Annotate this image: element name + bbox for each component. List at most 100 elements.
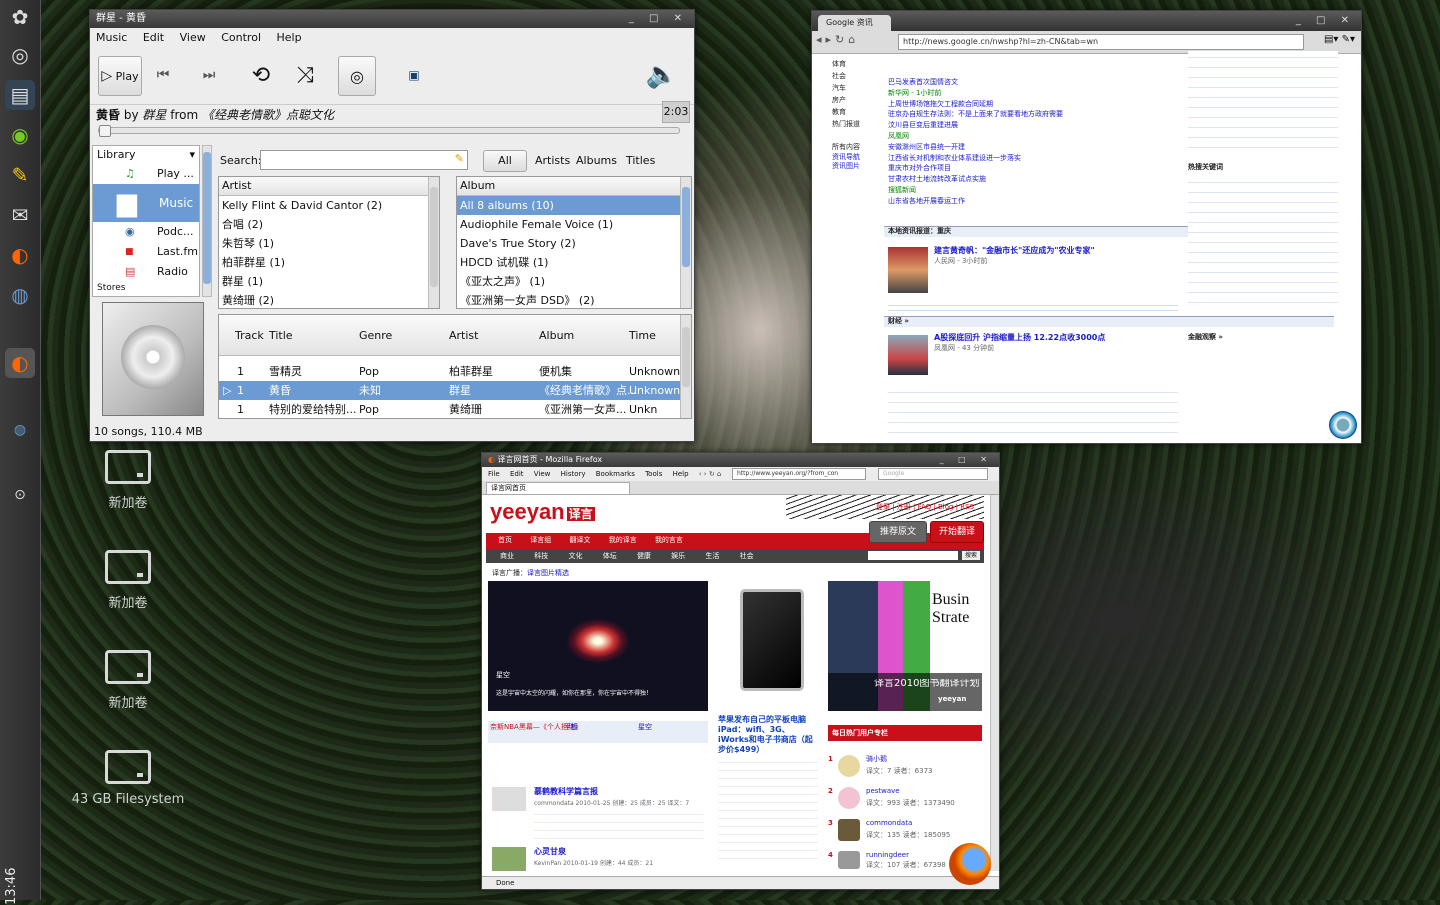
sidebar-item-podcasts[interactable]: ◉ Podc... <box>93 222 199 242</box>
chrome-tab[interactable]: Google 资讯 <box>818 15 891 31</box>
group-title-2[interactable]: 心灵甘泉 <box>534 847 566 857</box>
list-item[interactable]: 《亚洲第一女声 DSD》 (2) <box>457 291 691 308</box>
address-bar[interactable]: http://news.google.cn/nwshp?hl=zh-CN&tab… <box>898 34 1304 50</box>
news-photo-1[interactable] <box>888 247 928 293</box>
mail-icon[interactable]: ✉ <box>5 200 35 230</box>
hero-image[interactable]: 星空 这是宇宙中太空的闪耀，如你在那里，你在宇宙中不得独！ <box>488 581 708 711</box>
menu-music[interactable]: Music <box>96 31 127 44</box>
list-item[interactable]: Dave's True Story (2) <box>457 234 691 253</box>
filter-artists-button[interactable]: Artists <box>535 154 570 167</box>
sidebar-item-radio[interactable]: ▤ Radio <box>93 262 199 282</box>
nvidia-icon[interactable]: ◉ <box>5 120 35 150</box>
list-item[interactable]: 合唱 (2) <box>219 215 439 234</box>
toggle-browser-button[interactable]: ▣ <box>402 56 426 94</box>
scroll-thumb[interactable] <box>682 187 690 267</box>
track-scrollbar[interactable] <box>680 315 691 418</box>
site-search-input[interactable] <box>868 551 958 560</box>
sidebar-item-music[interactable]: ▆ Music <box>93 184 199 222</box>
menu-control[interactable]: Control <box>221 31 261 44</box>
firefox-scrollbar[interactable] <box>990 495 999 871</box>
firefox-small-icon[interactable]: ◐ <box>5 348 35 378</box>
desktop-drive-3[interactable]: 新加卷 <box>68 650 188 711</box>
table-row[interactable]: 1 特别的爱给特别... Pop 黄绮珊 《亚洲第一女声... Unkn <box>219 400 691 418</box>
artist-header[interactable]: Artist <box>219 177 439 196</box>
address-bar[interactable]: http://www.yeeyan.org/?from_con <box>732 468 866 480</box>
col-artist[interactable]: Artist <box>449 329 478 342</box>
edit-icon[interactable]: ✎ <box>5 160 35 190</box>
list-item[interactable]: 1 骑小鹅 译文：7 读者：6373 <box>828 753 982 781</box>
window-controls[interactable]: _ □ ✕ <box>629 10 688 28</box>
site-search-button[interactable]: 搜索 <box>962 551 981 560</box>
menu-file[interactable]: File <box>488 470 500 478</box>
sidebar-item-stores[interactable]: Stores <box>93 282 199 294</box>
story-headline-2[interactable]: A股探底回升 沪指缩量上扬 12.22点收3000点 <box>934 333 1105 343</box>
menu-history[interactable]: History <box>561 470 586 478</box>
menu-view[interactable]: View <box>534 470 551 478</box>
nav-buttons[interactable]: ◂▸↻⌂ <box>816 33 859 46</box>
list-item[interactable]: 朱哲琴 (1) <box>219 234 439 253</box>
list-item[interactable]: Audiophile Female Voice (1) <box>457 215 691 234</box>
list-item[interactable]: 《亚太之声》 (1) <box>457 272 691 291</box>
list-item[interactable]: All 8 albums (10) <box>457 196 691 215</box>
col-time[interactable]: Time <box>629 329 656 342</box>
top-links[interactable]: 登录 | 注册 | FAQ | Blog | RSS <box>876 503 974 513</box>
group-title[interactable]: 慕鹤教科学篇言报 <box>534 787 598 797</box>
scroll-thumb[interactable] <box>430 187 438 287</box>
window-controls[interactable]: _ □ ✕ <box>1296 11 1355 31</box>
search-box[interactable]: Google <box>878 468 988 480</box>
disc-small-icon[interactable]: ⊙ <box>5 480 35 510</box>
table-row-selected[interactable]: ▷ 1 黄昏 未知 群星 《经典老情歌》点... Unknown <box>219 381 691 400</box>
filter-all-button[interactable]: All <box>483 150 527 172</box>
sidebar-item-lastfm[interactable]: ■ Last.fm <box>93 242 199 262</box>
ipad-headline[interactable]: 苹果发布自己的平板电脑iPad：wifi、3G、iWorks和电子书商店（起步价… <box>718 715 818 755</box>
seek-handle[interactable] <box>99 125 111 137</box>
disc-icon[interactable]: ◎ <box>5 40 35 70</box>
table-row[interactable]: 1 雪精灵 Pop 柏菲群星 便机集 Unknown <box>219 362 691 381</box>
recommend-button[interactable]: 推荐原文 <box>869 521 927 543</box>
chrome-icon[interactable]: ◍ <box>5 280 35 310</box>
list-item[interactable]: 群星 (1) <box>219 272 439 291</box>
desktop-drive-4[interactable]: 43 GB Filesystem <box>68 750 188 807</box>
next-button[interactable]: ⏭ <box>194 56 224 94</box>
col-genre[interactable]: Genre <box>359 329 392 342</box>
window-controls[interactable]: _ □ ✕ <box>940 453 993 467</box>
menu-edit[interactable]: Edit <box>510 470 524 478</box>
yeeyan-logo[interactable]: yeeyan 译言 <box>490 499 595 525</box>
volume-button[interactable]: 🔈 <box>644 56 680 94</box>
repeat-button[interactable]: ⟲ <box>242 56 280 94</box>
terminal-icon[interactable]: ▤ <box>5 80 35 110</box>
menu-help[interactable]: Help <box>673 470 689 478</box>
menu-view[interactable]: View <box>180 31 206 44</box>
sidebar-item-playqueue[interactable]: ♫ Play ... <box>93 164 199 184</box>
menu-tools[interactable]: Tools <box>645 470 662 478</box>
search-input[interactable]: ✎ <box>260 150 468 170</box>
scroll-thumb[interactable] <box>203 152 211 284</box>
col-track[interactable]: Track <box>235 329 264 342</box>
list-item[interactable]: Kelly Flint & David Cantor (2) <box>219 196 439 215</box>
sidebar-header[interactable]: Library ▾ <box>93 146 199 164</box>
artist-scrollbar[interactable] <box>428 177 439 308</box>
firefox-titlebar[interactable]: ◐ 译言网首页 - Mozilla Firefox _ □ ✕ <box>482 453 999 467</box>
web-icon[interactable]: ◍ <box>5 415 35 445</box>
seek-bar[interactable] <box>98 125 680 137</box>
list-item[interactable]: 黄绮珊 (2) <box>219 291 439 308</box>
previous-button[interactable]: ⏮ <box>148 56 178 94</box>
desktop-drive-2[interactable]: 新加卷 <box>68 550 188 611</box>
desktop-drive-1[interactable]: 新加卷 <box>68 450 188 511</box>
list-item[interactable]: 3 commondata 译文：135 读者：185095 <box>828 817 982 845</box>
firefox-tab[interactable]: 译言网首页 <box>486 482 630 495</box>
filter-titles-button[interactable]: Titles <box>626 154 655 167</box>
book-banner[interactable]: Busin Strate 译言2010图书翻译计划 yeeyan <box>828 581 982 711</box>
group-logo[interactable] <box>492 787 526 811</box>
shuffle-button[interactable]: ⤨ <box>286 56 324 94</box>
nav-buttons[interactable]: ‹ › ↻ ⌂ <box>699 470 722 478</box>
album-scrollbar[interactable] <box>680 177 691 308</box>
list-item[interactable]: 柏菲群星 (1) <box>219 253 439 272</box>
group-logo-2[interactable] <box>492 847 526 871</box>
translate-button[interactable]: 开始翻译 <box>930 521 984 543</box>
firefox-icon[interactable]: ◐ <box>5 240 35 270</box>
visualization-button[interactable]: ◎ <box>338 56 376 96</box>
scroll-thumb[interactable] <box>682 327 690 387</box>
menu-edit[interactable]: Edit <box>143 31 164 44</box>
album-header[interactable]: Album <box>457 177 691 196</box>
